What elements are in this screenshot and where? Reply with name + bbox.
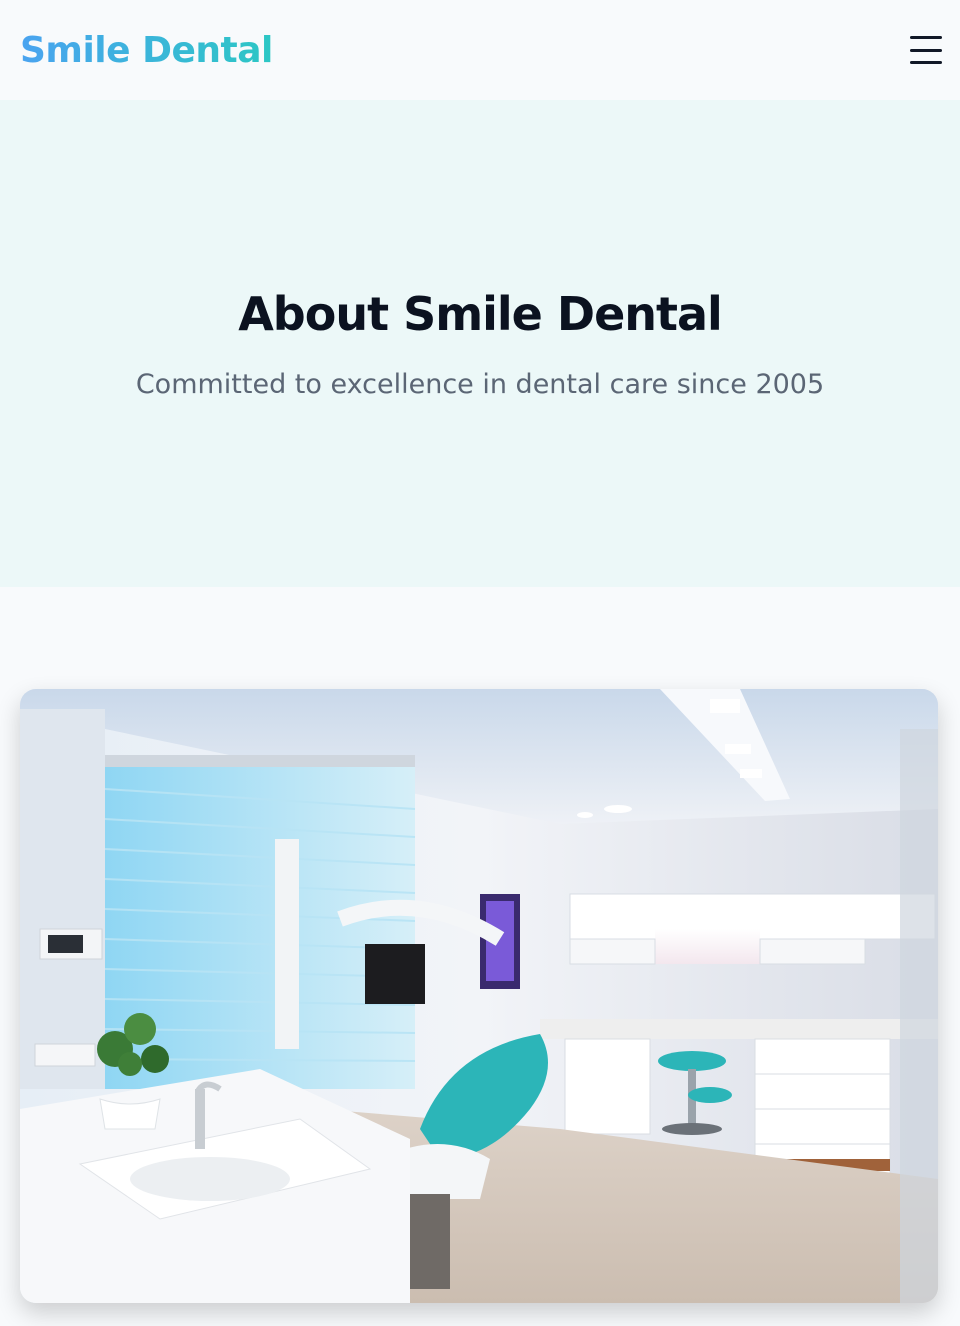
menu-line (910, 61, 942, 64)
hero-section: About Smile Dental Committed to excellen… (0, 100, 960, 587)
menu-line (910, 48, 942, 52)
site-header: Smile Dental (0, 0, 960, 100)
menu-line (910, 36, 942, 39)
page-subtitle: Committed to excellence in dental care s… (135, 369, 825, 400)
brand-logo[interactable]: Smile Dental (20, 30, 273, 71)
page-title: About Smile Dental (238, 287, 723, 341)
dental-clinic-photo (20, 689, 938, 1303)
hamburger-menu-icon[interactable] (910, 36, 942, 64)
